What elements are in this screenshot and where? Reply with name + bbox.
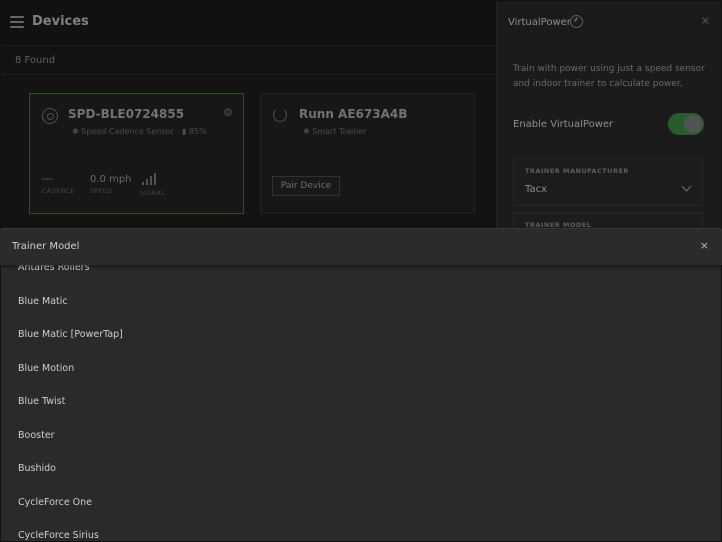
modal-backdrop[interactable] [0, 0, 722, 228]
list-item[interactable]: Blue Matic [0, 294, 722, 328]
list-item[interactable]: Antares Rollers [0, 265, 722, 294]
trainer-model-list[interactable]: Antares Rollers Blue Matic Blue Matic [P… [0, 265, 722, 542]
list-item[interactable]: Booster [0, 430, 722, 464]
list-item-label: CycleForce Sirius [18, 530, 99, 541]
sheet-header: Trainer Model × [0, 229, 722, 265]
sheet-title: Trainer Model [12, 241, 80, 252]
list-item[interactable]: CycleForce One [0, 497, 722, 532]
list-item-label: Bushido [18, 463, 56, 474]
list-item[interactable]: Blue Motion [0, 362, 722, 396]
list-item[interactable]: Blue Twist [0, 396, 722, 430]
list-item[interactable]: Blue Matic [PowerTap] [0, 328, 722, 362]
list-item-label: Booster [18, 430, 55, 441]
list-item-label: Blue Matic [PowerTap] [18, 329, 123, 340]
list-item-label: Antares Rollers [18, 265, 90, 273]
list-item-label: Blue Motion [18, 363, 75, 374]
list-item-label: CycleForce One [18, 497, 93, 508]
list-item[interactable]: Bushido [0, 463, 722, 498]
list-item[interactable]: CycleForce Sirius [0, 530, 722, 542]
list-item-label: Blue Matic [18, 296, 68, 307]
list-item-label: Blue Twist [18, 396, 66, 407]
trainer-model-sheet: Trainer Model × Antares Rollers Blue Mat… [0, 228, 722, 542]
close-icon[interactable]: × [700, 239, 709, 252]
